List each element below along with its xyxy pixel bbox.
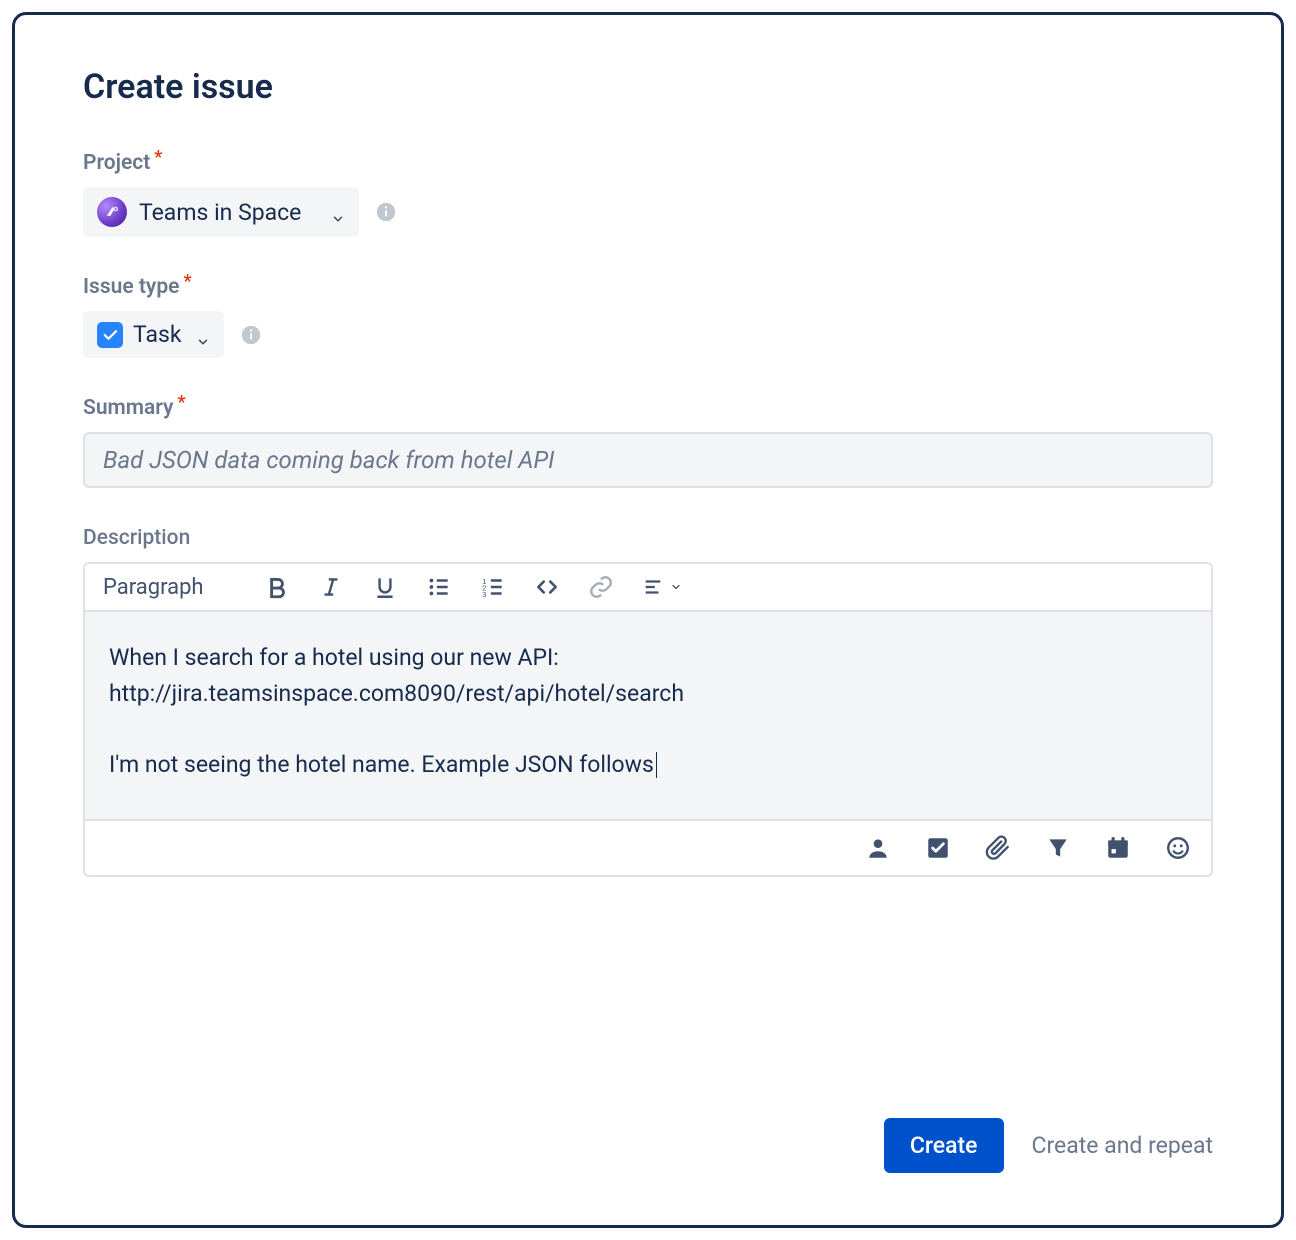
- description-field: Description Paragraph 123: [83, 526, 1213, 877]
- text-cursor: [656, 752, 658, 778]
- bullet-list-icon[interactable]: [426, 574, 452, 600]
- bold-icon[interactable]: [264, 574, 290, 600]
- required-asterisk: *: [183, 275, 191, 289]
- issue-type-field: Issue type * Task: [83, 275, 1213, 358]
- editor-footer-toolbar: [85, 821, 1211, 875]
- project-select-value: Teams in Space: [139, 199, 301, 226]
- dialog-actions: Create Create and repeat: [83, 1088, 1213, 1173]
- project-label: Project *: [83, 151, 1213, 175]
- summary-field: Summary *: [83, 396, 1213, 488]
- svg-text:3: 3: [482, 590, 486, 599]
- dialog-title: Create issue: [83, 67, 1213, 107]
- underline-icon[interactable]: [372, 574, 398, 600]
- info-icon[interactable]: [240, 324, 262, 346]
- summary-label: Summary *: [83, 396, 1213, 420]
- required-asterisk: *: [154, 151, 162, 165]
- align-dropdown[interactable]: [642, 576, 682, 598]
- create-button[interactable]: Create: [884, 1118, 1004, 1173]
- filter-icon[interactable]: [1045, 835, 1071, 861]
- project-avatar-icon: [97, 197, 127, 227]
- project-select[interactable]: Teams in Space: [83, 187, 359, 237]
- checkbox-icon[interactable]: [925, 835, 951, 861]
- info-icon[interactable]: [375, 201, 397, 223]
- text-style-dropdown[interactable]: Paragraph: [103, 575, 204, 600]
- summary-input[interactable]: [83, 432, 1213, 488]
- create-and-repeat-button[interactable]: Create and repeat: [1032, 1132, 1214, 1159]
- description-textarea[interactable]: When I search for a hotel using our new …: [85, 612, 1211, 821]
- description-label: Description: [83, 526, 1213, 550]
- attachment-icon[interactable]: [985, 835, 1011, 861]
- italic-icon[interactable]: [318, 574, 344, 600]
- task-icon: [97, 322, 123, 348]
- create-issue-dialog: Create issue Project * Teams in Space: [12, 12, 1284, 1228]
- issue-type-select-value: Task: [133, 321, 182, 348]
- chevron-down-icon: [331, 205, 345, 219]
- emoji-icon[interactable]: [1165, 835, 1191, 861]
- date-icon[interactable]: [1105, 835, 1131, 861]
- project-field: Project * Teams in Space: [83, 151, 1213, 237]
- link-icon[interactable]: [588, 574, 614, 600]
- numbered-list-icon[interactable]: 123: [480, 574, 506, 600]
- issue-type-select[interactable]: Task: [83, 311, 224, 358]
- issue-type-label: Issue type *: [83, 275, 1213, 299]
- chevron-down-icon: [196, 328, 210, 342]
- editor-toolbar: Paragraph 123: [85, 564, 1211, 612]
- required-asterisk: *: [177, 396, 185, 410]
- description-editor: Paragraph 123: [83, 562, 1213, 877]
- mention-icon[interactable]: [865, 835, 891, 861]
- code-icon[interactable]: [534, 574, 560, 600]
